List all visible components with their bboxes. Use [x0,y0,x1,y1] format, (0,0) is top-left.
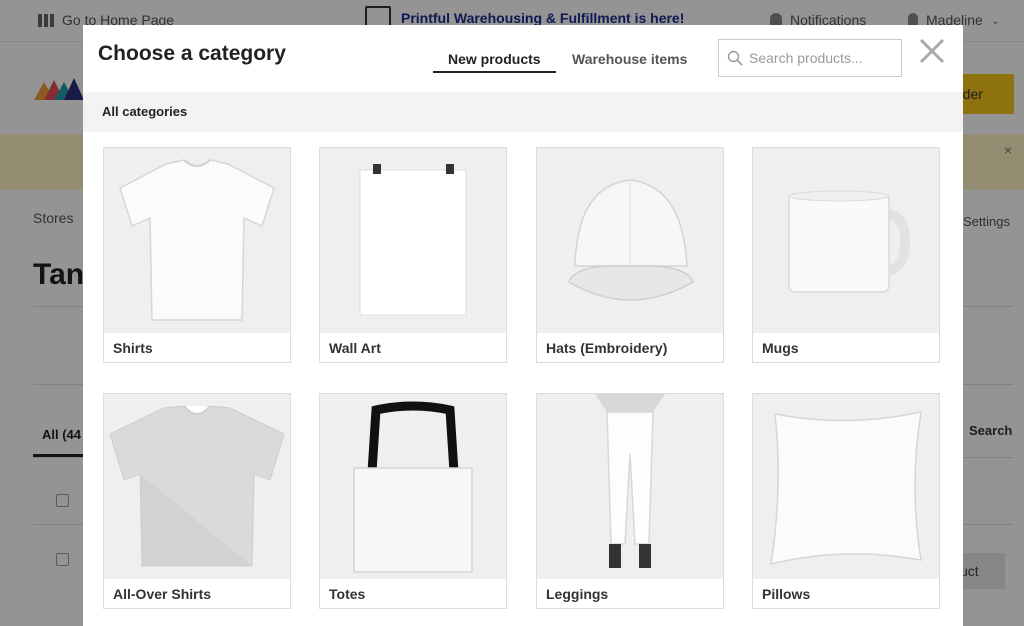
active-tab-underline [433,71,556,73]
category-label: Leggings [546,586,609,602]
category-card-wall-art[interactable]: Wall Art [319,147,507,363]
tab-new-products[interactable]: New products [448,51,541,67]
category-label: Mugs [762,340,799,356]
category-card-mugs[interactable]: Mugs [752,147,940,363]
category-card-leggings[interactable]: Leggings [536,393,724,609]
category-card-totes[interactable]: Totes [319,393,507,609]
category-label: Shirts [113,340,153,356]
category-modal: Choose a category New products Warehouse… [83,25,963,626]
category-label: All-Over Shirts [113,586,212,602]
category-label: Wall Art [329,340,381,356]
mug-image [753,148,939,333]
category-card-pillows[interactable]: Pillows [752,393,940,609]
t-shirt-image [104,148,290,333]
all-over-shirt-image [104,394,290,579]
poster-image [320,148,506,333]
close-icon[interactable] [916,35,948,67]
search-icon [727,50,743,66]
search-field[interactable] [718,39,902,77]
search-input[interactable] [749,50,889,66]
category-label: Totes [329,586,366,602]
all-categories-header: All categories [83,92,963,132]
category-card-hats[interactable]: Hats (Embroidery) [536,147,724,363]
category-label: Hats (Embroidery) [546,340,668,356]
leggings-image [537,394,723,579]
tab-warehouse-items[interactable]: Warehouse items [572,51,687,67]
tote-bag-image [320,394,506,579]
category-card-shirts[interactable]: Shirts [103,147,291,363]
modal-title: Choose a category [98,42,286,65]
all-categories-label: All categories [102,104,188,119]
hat-image [537,148,723,333]
category-card-all-over-shirts[interactable]: All-Over Shirts [103,393,291,609]
pillow-image [753,394,939,579]
category-label: Pillows [762,586,811,602]
